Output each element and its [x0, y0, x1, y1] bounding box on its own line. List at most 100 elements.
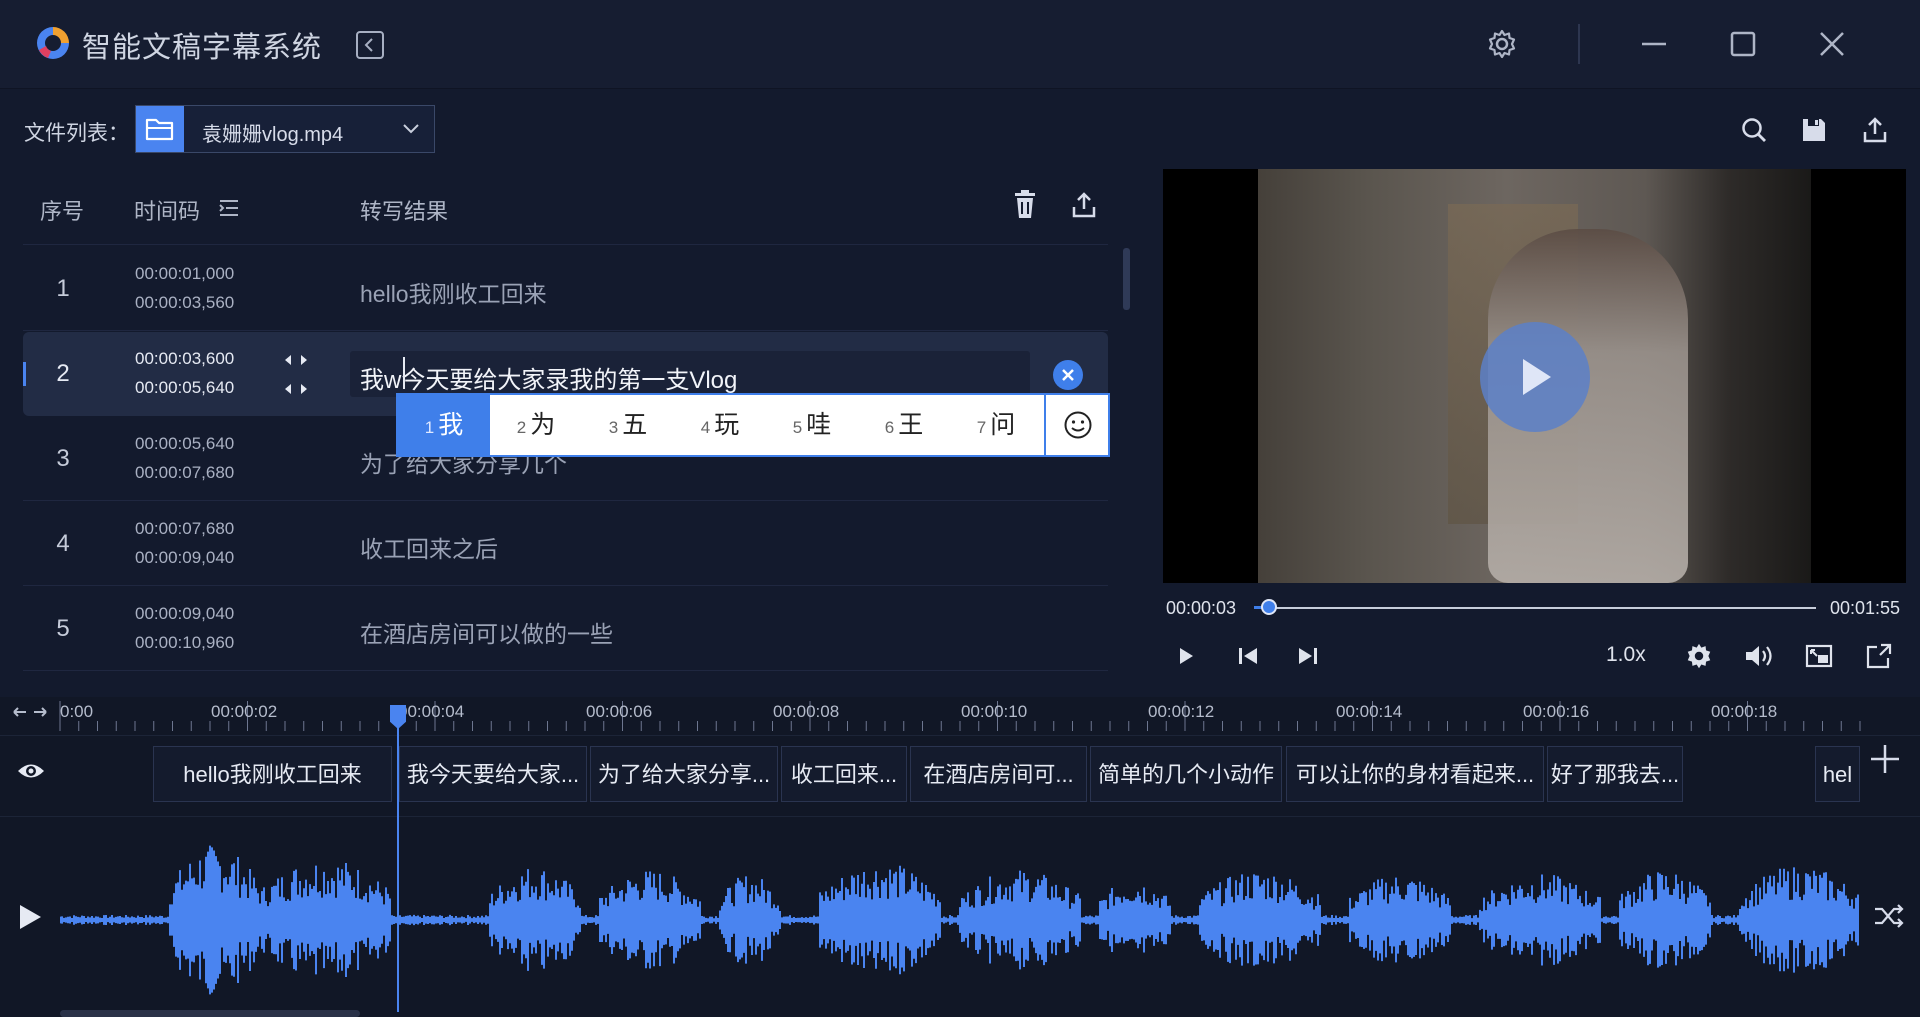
save-icon[interactable]	[1794, 110, 1834, 150]
subtitle-segment[interactable]: 为了给大家分享...	[590, 746, 778, 802]
player-settings-gear-icon[interactable]	[1681, 638, 1717, 674]
timeline-scrollbar[interactable]	[60, 1010, 360, 1017]
start-time-stepper[interactable]	[281, 352, 311, 368]
table-row[interactable]: 5 00:00:09,040 00:00:10,960 在酒店房间可以做的一些	[23, 587, 1108, 671]
playback-speed[interactable]: 1.0x	[1606, 643, 1646, 667]
subtitle-segment[interactable]: 在酒店房间可...	[910, 746, 1087, 802]
header-index: 序号	[40, 199, 85, 224]
row-number: 3	[56, 445, 70, 472]
maximize-icon[interactable]	[1721, 22, 1765, 66]
total-time: 00:01:55	[1830, 598, 1901, 618]
close-window-icon[interactable]	[1810, 22, 1854, 66]
table-row[interactable]: 1 00:00:01,000 00:00:03,560 hello我刚收工回来	[23, 247, 1108, 331]
table-row[interactable]: 4 00:00:07,680 00:00:09,040 收工回来之后	[23, 502, 1108, 586]
eye-icon[interactable]	[16, 760, 46, 782]
tick-label: 00:00:08	[773, 702, 840, 721]
transcript-text[interactable]: 在酒店房间可以做的一些	[360, 615, 613, 649]
subtitle-segment[interactable]: hello我刚收工回来	[153, 746, 392, 802]
transcript-edit-input[interactable]: 我w今天要给大家录我的第一支Vlog	[350, 351, 1030, 397]
settings-gear-icon[interactable]	[1480, 22, 1524, 66]
export-icon[interactable]	[1855, 110, 1895, 150]
tick-label: 00:00:18	[1711, 702, 1778, 721]
chevron-down-icon[interactable]	[402, 122, 420, 136]
ime-candidate[interactable]: 5哇	[766, 395, 858, 455]
subtitle-segment[interactable]: 简单的几个小动作	[1090, 746, 1282, 802]
shuffle-icon[interactable]	[1873, 902, 1905, 930]
subtitle-segment[interactable]: 好了那我去...	[1547, 746, 1683, 802]
tick-label: 00:00:06	[586, 702, 653, 721]
ime-candidate[interactable]: 1我	[398, 395, 490, 455]
search-icon[interactable]	[1734, 110, 1774, 150]
video-play-button[interactable]	[1480, 322, 1590, 432]
header-divider	[23, 244, 1108, 245]
start-timecode: 00:00:09,040	[135, 604, 235, 623]
playhead-line[interactable]	[397, 712, 399, 1012]
tick-label: 00:00:16	[1523, 702, 1590, 721]
emoji-icon[interactable]	[1044, 395, 1110, 455]
waveform-play-icon[interactable]	[16, 902, 44, 932]
subtitle-segment[interactable]: 收工回来...	[781, 746, 907, 802]
tick-label: 00:00:10	[961, 702, 1028, 721]
next-icon[interactable]	[1290, 638, 1326, 674]
end-timecode: 00:00:07,680	[135, 463, 235, 482]
transcript-text[interactable]: hello我刚收工回来	[360, 275, 547, 309]
ime-candidate[interactable]: 3五	[582, 395, 674, 455]
previous-icon[interactable]	[1230, 638, 1266, 674]
waveform-path	[60, 845, 1859, 995]
end-timecode: 00:00:09,040	[135, 548, 235, 567]
start-timecode: 00:00:05,640	[135, 434, 235, 453]
file-name: 袁姗姗vlog.mp4	[202, 124, 344, 146]
tick-label: 0:00	[60, 702, 94, 721]
app-title: 智能文稿字幕系统	[82, 32, 323, 64]
ime-candidate-popup: 1我 2为 3五 4玩 5哇 6王 7问	[396, 393, 1110, 457]
audio-waveform[interactable]	[60, 835, 1860, 1005]
end-time-stepper[interactable]	[281, 381, 311, 397]
end-timecode: 00:00:10,960	[135, 633, 235, 652]
collapse-sidebar-button[interactable]	[356, 31, 384, 59]
ime-candidate[interactable]: 7问	[950, 395, 1042, 455]
current-time: 00:00:03	[1166, 598, 1237, 618]
add-track-icon[interactable]	[1868, 742, 1902, 776]
start-timecode[interactable]: 00:00:03,600	[135, 349, 234, 369]
play-icon[interactable]	[1168, 638, 1204, 674]
row-number: 4	[56, 530, 70, 557]
video-player[interactable]	[1163, 169, 1906, 583]
header-timecode: 时间码	[134, 199, 201, 224]
header-result: 转写结果	[360, 199, 449, 224]
progress-handle[interactable]	[1261, 599, 1277, 615]
tick-label: 00:00:12	[1148, 702, 1215, 721]
minimize-icon[interactable]	[1632, 22, 1676, 66]
progress-track[interactable]	[1254, 607, 1816, 609]
subtitle-segment[interactable]: hel	[1815, 746, 1860, 802]
picture-in-picture-icon[interactable]	[1801, 638, 1837, 674]
sort-list-icon[interactable]	[218, 199, 240, 217]
timeline-ruler[interactable]: 0:00 00:00:02 00:00:04 00:00:06 00:00:08…	[0, 697, 1920, 733]
volume-icon[interactable]	[1741, 638, 1777, 674]
transcript-edit-text[interactable]: 我w今天要给大家录我的第一支Vlog	[360, 360, 737, 395]
row-number: 1	[56, 275, 70, 302]
file-list-label: 文件列表：	[24, 122, 129, 145]
tick-label: 00:00:14	[1336, 702, 1403, 721]
file-select-dropdown[interactable]: 袁姗姗vlog.mp4	[135, 105, 435, 153]
app-logo-icon	[34, 24, 72, 62]
transcript-text[interactable]: 收工回来之后	[360, 530, 498, 564]
ime-candidate[interactable]: 2为	[490, 395, 582, 455]
folder-icon[interactable]	[136, 106, 184, 152]
subtitle-segment[interactable]: 可以让你的身材看起来...	[1286, 746, 1544, 802]
end-timecode[interactable]: 00:00:05,640	[135, 378, 234, 398]
subtitle-segment[interactable]: 我今天要给大家...	[399, 746, 587, 802]
tick-label: 00:00:02	[211, 702, 278, 721]
title-divider	[1578, 24, 1580, 64]
delete-icon[interactable]	[1011, 190, 1039, 220]
subtitle-track: hello我刚收工回来 我今天要给大家... 为了给大家分享... 收工回来..…	[0, 735, 1920, 817]
table-export-icon[interactable]	[1070, 191, 1098, 219]
end-timecode: 00:00:03,560	[135, 293, 235, 312]
start-timecode: 00:00:07,680	[135, 519, 235, 538]
row-number: 5	[56, 615, 70, 642]
fullscreen-icon[interactable]	[1861, 638, 1897, 674]
ime-candidate[interactable]: 4玩	[674, 395, 766, 455]
ime-candidate[interactable]: 6王	[858, 395, 950, 455]
table-scrollbar[interactable]	[1123, 248, 1130, 310]
clear-edit-button[interactable]	[1053, 360, 1083, 390]
tick-label: 00:00:04	[398, 702, 465, 721]
